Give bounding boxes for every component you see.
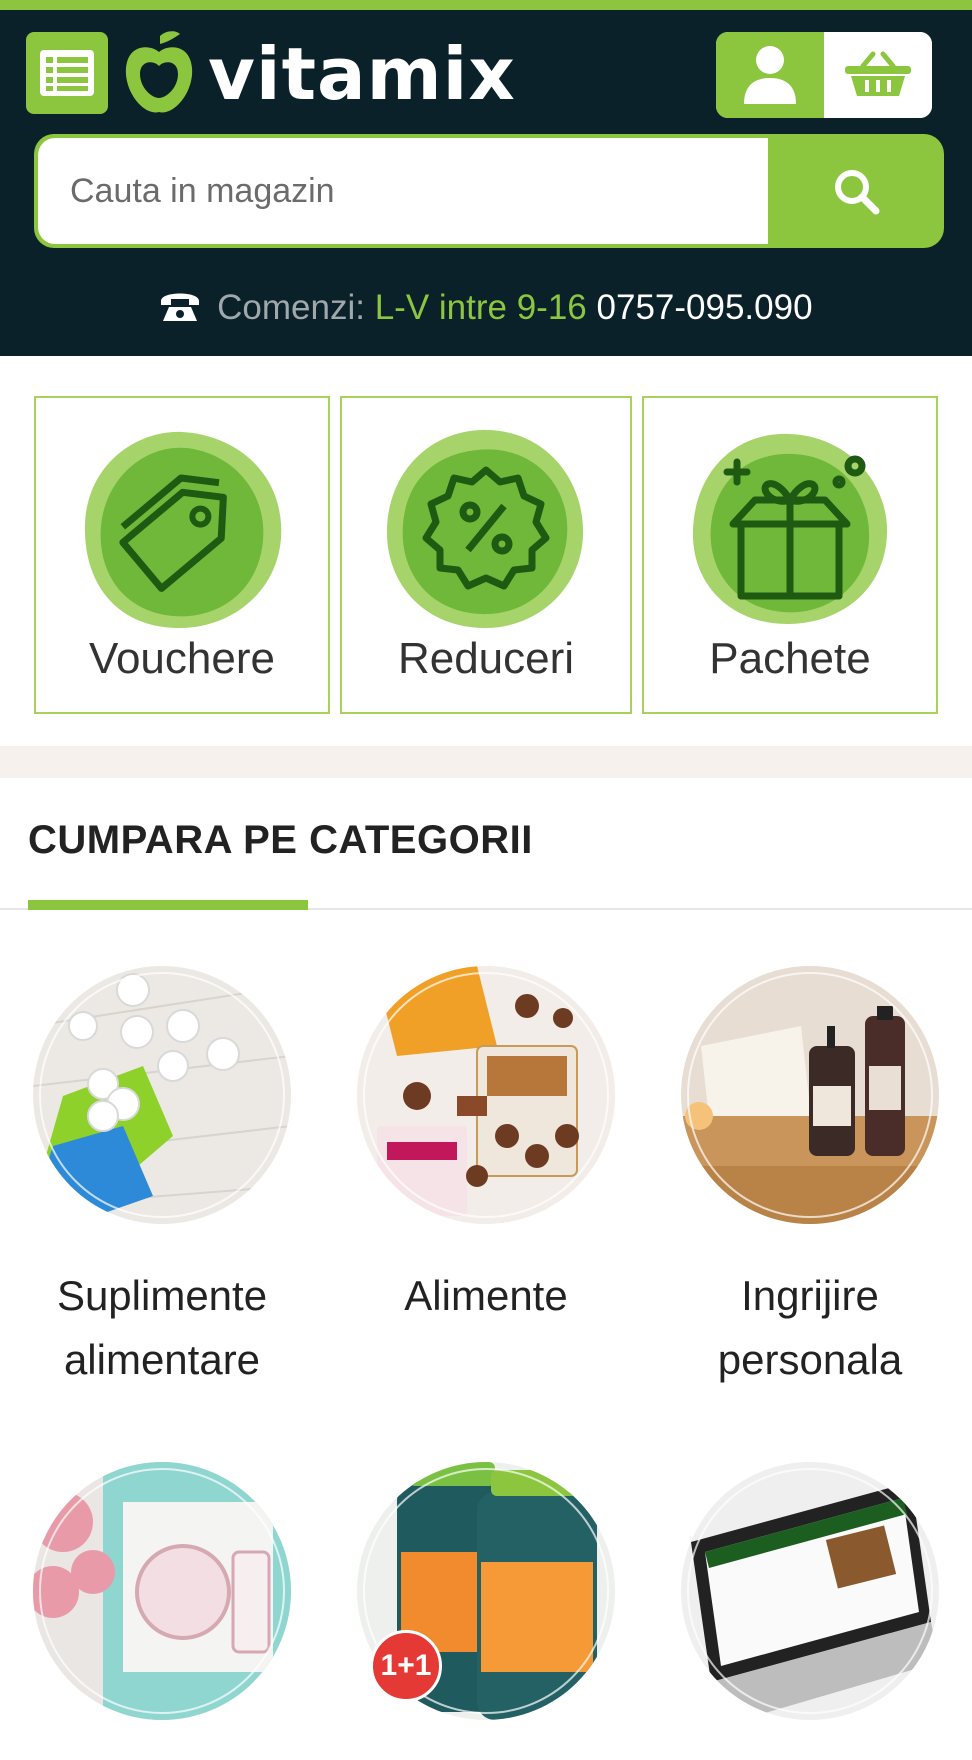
categories-title: CUMPARA PE CATEGORII: [28, 818, 533, 862]
account-cart-group: [716, 32, 932, 118]
promo-reduceri[interactable]: Reduceri: [340, 396, 632, 714]
promo-badge: 1+1: [370, 1630, 442, 1702]
category-image: [681, 1462, 939, 1720]
site-header: vitamix Cauta in magazin Comenzi: L-V in…: [0, 10, 972, 356]
account-button[interactable]: [716, 32, 824, 118]
brand-name: vitamix: [208, 32, 516, 116]
menu-list-icon: [40, 50, 94, 96]
promo-vouchere[interactable]: Vouchere: [34, 396, 330, 714]
category-image: [33, 966, 291, 1224]
promo-label: Vouchere: [89, 634, 275, 683]
category-image: [681, 966, 939, 1224]
category-grid: Suplimente alimentare Alimente Ingrijire…: [0, 910, 972, 1720]
site-logo[interactable]: vitamix: [120, 28, 516, 120]
contact-line: Comenzi: L-V intre 9-16 0757-095.090: [0, 288, 972, 328]
promo-tiles: Vouchere Reduceri Pachete: [0, 356, 972, 746]
categories-section: CUMPARA PE CATEGORII Suplimente alimenta…: [0, 778, 972, 1720]
search-input[interactable]: [38, 138, 768, 244]
title-underline: [28, 900, 308, 910]
section-divider: [0, 746, 972, 778]
promo-label: Pachete: [709, 634, 871, 683]
search-icon: [835, 170, 880, 215]
category-image: [357, 966, 615, 1224]
category-item[interactable]: 1+1: [336, 1462, 636, 1760]
promo-pachete[interactable]: Pachete: [642, 396, 938, 714]
search-bar: [34, 134, 944, 248]
category-alimente[interactable]: Alimente: [336, 966, 636, 1328]
category-ingrijire[interactable]: Ingrijire personala: [660, 966, 960, 1392]
top-accent-bar: [0, 0, 972, 10]
menu-button[interactable]: [26, 32, 108, 114]
basket-icon: [845, 51, 911, 96]
cart-button[interactable]: [824, 32, 932, 118]
search-button[interactable]: [768, 134, 944, 248]
gift-box-icon: [692, 433, 888, 624]
percent-badge-icon: [386, 429, 584, 628]
contact-phone[interactable]: 0757-095.090: [597, 288, 813, 327]
category-name: Suplimente alimentare: [56, 1272, 268, 1383]
contact-label: Comenzi:: [217, 288, 365, 327]
category-name: Alimente: [404, 1272, 568, 1319]
category-name: Ingrijire personala: [717, 1272, 903, 1383]
phone-icon: [161, 293, 200, 321]
price-tag-icon: [84, 431, 282, 629]
category-image: [33, 1462, 291, 1720]
categories-header: CUMPARA PE CATEGORII: [0, 778, 972, 910]
category-item[interactable]: [12, 1462, 312, 1760]
user-icon: [744, 46, 796, 104]
category-suplimente[interactable]: Suplimente alimentare: [12, 966, 312, 1392]
apple-logo-icon: [125, 31, 193, 113]
contact-hours: L-V intre 9-16: [374, 288, 587, 327]
category-item[interactable]: [660, 1462, 960, 1760]
promo-label: Reduceri: [397, 634, 575, 683]
